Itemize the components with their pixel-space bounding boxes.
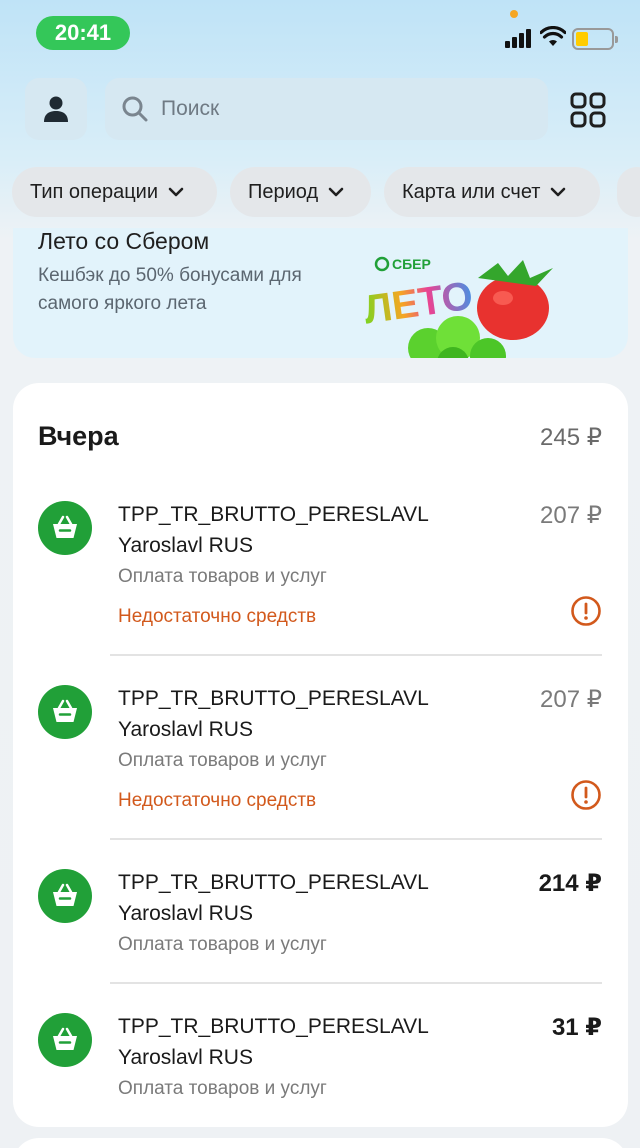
filter-card-or-account[interactable]: Карта или счет — [384, 167, 600, 217]
chevron-down-icon — [168, 187, 184, 197]
search-icon — [122, 96, 148, 122]
merchant-line-1: TPP_TR_BRUTTO_PERESLAVL — [118, 503, 429, 526]
promo-subtitle: Кешбэк до 50% бонусами для самого яркого… — [38, 265, 302, 314]
profile-button[interactable] — [25, 78, 87, 140]
basket-icon — [38, 501, 92, 555]
transaction-item[interactable]: TPP_TR_BRUTTO_PERESLAVL Yaroslavl RUS 20… — [13, 679, 628, 839]
transaction-merchant: TPP_TR_BRUTTO_PERESLAVL Yaroslavl RUS — [118, 499, 478, 561]
transaction-merchant: TPP_TR_BRUTTO_PERESLAVL Yaroslavl RUS — [118, 1011, 478, 1073]
grid-menu-icon[interactable] — [568, 90, 608, 130]
transaction-amount: 31 ₽ — [551, 1014, 602, 1041]
exclamation-circle-icon — [571, 596, 601, 626]
chevron-down-icon — [551, 187, 566, 197]
merchant-line-2: Yaroslavl RUS — [118, 718, 253, 741]
transaction-category: Оплата товаров и услуг — [118, 750, 327, 771]
cellular-signal-icon — [505, 28, 533, 48]
privacy-indicator-dot — [510, 10, 518, 18]
search-placeholder: Поиск — [161, 97, 220, 120]
divider — [110, 838, 602, 840]
transaction-item[interactable]: TPP_TR_BRUTTO_PERESLAVL Yaroslavl RUS 21… — [13, 863, 628, 983]
filter-label: Период — [248, 180, 319, 203]
transaction-merchant: TPP_TR_BRUTTO_PERESLAVL Yaroslavl RUS — [118, 683, 478, 745]
filter-period[interactable]: Период — [230, 167, 371, 217]
merchant-line-2: Yaroslavl RUS — [118, 1046, 253, 1069]
next-section-card — [13, 1138, 628, 1148]
exclamation-circle-icon — [571, 780, 601, 810]
transaction-category: Оплата товаров и услуг — [118, 566, 327, 587]
merchant-line-1: TPP_TR_BRUTTO_PERESLAVL — [118, 1015, 429, 1038]
filter-more-chip[interactable] — [617, 167, 640, 217]
battery-icon — [572, 28, 618, 50]
basket-icon — [38, 685, 92, 739]
status-time: 20:41 — [36, 16, 130, 50]
merchant-line-2: Yaroslavl RUS — [118, 902, 253, 925]
merchant-line-1: TPP_TR_BRUTTO_PERESLAVL — [118, 871, 429, 894]
filter-label: Тип операции — [30, 180, 159, 203]
promo-leto-illustration: СБЕР ЛЕТО — [361, 256, 553, 358]
basket-icon — [38, 1013, 92, 1067]
day-group-title: Вчера — [38, 421, 119, 451]
divider — [110, 982, 602, 984]
status-bar: 20:41 — [0, 0, 640, 66]
divider — [110, 654, 602, 656]
merchant-line-1: TPP_TR_BRUTTO_PERESLAVL — [118, 687, 429, 710]
transaction-category: Оплата товаров и услуг — [118, 1078, 327, 1099]
transaction-item[interactable]: TPP_TR_BRUTTO_PERESLAVL Yaroslavl RUS 31… — [13, 1007, 628, 1127]
filter-operation-type[interactable]: Тип операции — [12, 167, 217, 217]
transaction-amount: 207 ₽ — [540, 502, 602, 529]
transaction-amount: 214 ₽ — [538, 870, 602, 897]
wifi-icon — [540, 26, 566, 46]
transactions-card: Вчера 245 ₽ TPP_TR_BRUTTO_PERESLAVL Yaro… — [13, 383, 628, 1127]
promo-title: Лето со Сбером — [38, 228, 210, 254]
filter-chips: Тип операции Период Карта или счет — [12, 167, 640, 217]
svg-text:СБЕР: СБЕР — [392, 256, 431, 272]
basket-icon — [38, 869, 92, 923]
day-group-total: 245 ₽ — [540, 424, 602, 451]
transaction-status: Недостаточно средств — [118, 790, 317, 811]
search-input[interactable]: Поиск — [105, 78, 548, 140]
transaction-status: Недостаточно средств — [118, 606, 317, 627]
chevron-down-icon — [328, 187, 344, 197]
merchant-line-2: Yaroslavl RUS — [118, 534, 253, 557]
transaction-category: Оплата товаров и услуг — [118, 934, 327, 955]
transaction-amount: 207 ₽ — [540, 686, 602, 713]
person-icon — [44, 96, 68, 122]
transaction-merchant: TPP_TR_BRUTTO_PERESLAVL Yaroslavl RUS — [118, 867, 478, 929]
transaction-item[interactable]: TPP_TR_BRUTTO_PERESLAVL Yaroslavl RUS 20… — [13, 495, 628, 655]
promo-banner[interactable]: Лето со Сбером Кешбэк до 50% бонусами дл… — [13, 228, 628, 358]
filter-label: Карта или счет — [402, 180, 541, 203]
